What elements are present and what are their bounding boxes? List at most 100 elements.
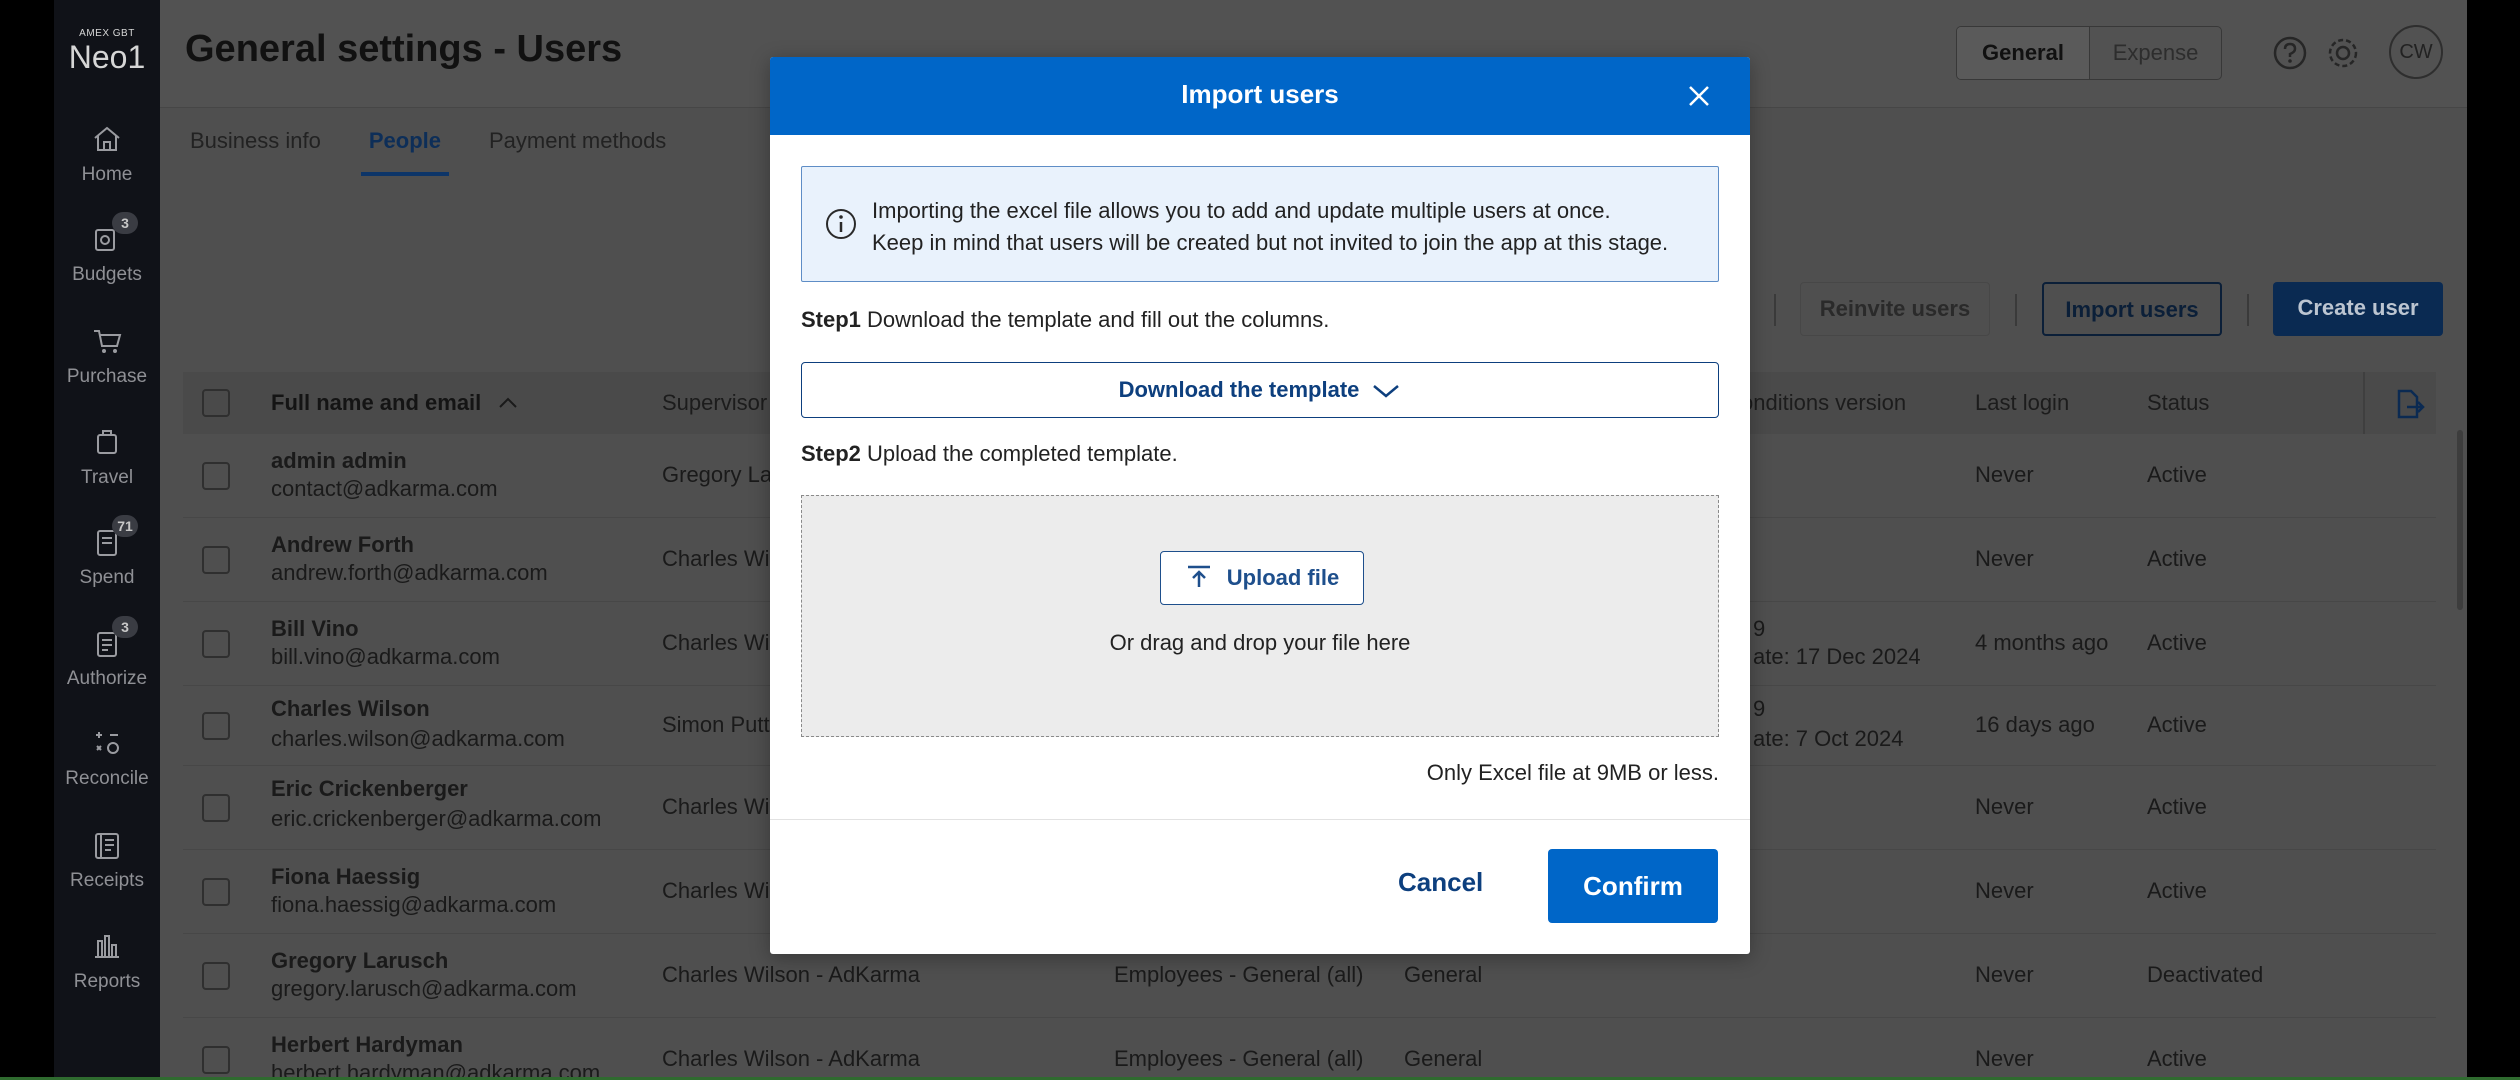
- sidebar-item-reports[interactable]: Reports: [54, 929, 160, 993]
- info-line: Keep in mind that users will be created …: [872, 230, 1669, 255]
- step1-description: Download the template and fill out the c…: [867, 307, 1330, 332]
- step2-label: Step2: [801, 441, 861, 466]
- sidebar-item-label: Travel: [80, 467, 134, 488]
- row-checkbox[interactable]: [202, 546, 230, 574]
- supervisor-cell: Charles Wil: [662, 546, 775, 571]
- budgets-icon: 3: [90, 212, 138, 256]
- status-cell: Active: [2147, 878, 2207, 903]
- download-template-label: Download the template: [1118, 377, 1360, 402]
- dialog-title: Import users: [1181, 79, 1339, 109]
- sidebar-item-label: Budgets: [72, 264, 142, 285]
- tab-people[interactable]: People: [360, 128, 465, 176]
- info-icon: [824, 207, 858, 241]
- user-email: charles.wilson@adkarma.com: [271, 726, 565, 751]
- select-all-checkbox[interactable]: [202, 389, 230, 417]
- row-checkbox[interactable]: [202, 630, 230, 658]
- sidebar-item-authorize[interactable]: 3 Authorize: [54, 616, 160, 690]
- chevron-down-icon: [1373, 385, 1400, 398]
- info-line: Importing the excel file allows you to a…: [872, 198, 1611, 223]
- general-toggle[interactable]: General: [1957, 27, 2089, 79]
- status-column-header[interactable]: Status: [2147, 390, 2209, 416]
- help-icon[interactable]: [2271, 34, 2309, 72]
- user-name: Andrew Forth: [271, 532, 414, 557]
- terms-date-cell: ate: 17 Dec 2024: [1753, 644, 1921, 669]
- sidebar-item-spend[interactable]: 71 Spend: [54, 515, 160, 589]
- sidebar-item-reconcile[interactable]: Reconcile: [54, 726, 160, 790]
- user-email: contact@adkarma.com: [271, 476, 498, 501]
- sidebar-item-label: Receipts: [70, 870, 144, 891]
- gear-icon[interactable]: [2324, 34, 2362, 72]
- supervisor-column-header[interactable]: Supervisor: [662, 390, 767, 416]
- close-icon[interactable]: [1684, 81, 1714, 111]
- export-icon[interactable]: [2395, 388, 2425, 426]
- sidebar-item-purchase[interactable]: Purchase: [54, 324, 160, 388]
- supervisor-cell: Charles Wilson - AdKarma: [662, 1046, 920, 1071]
- terms-column-header[interactable]: onditions version: [1741, 390, 1906, 416]
- budgets-badge: 3: [112, 212, 138, 234]
- user-email: bill.vino@adkarma.com: [271, 644, 500, 669]
- step1-text: Step1 Download the template and fill out…: [801, 307, 1329, 333]
- sidebar-item-home[interactable]: Home: [54, 122, 160, 186]
- row-checkbox[interactable]: [202, 462, 230, 490]
- supervisor-cell: Charles Wilson - AdKarma: [662, 962, 920, 987]
- status-cell: Active: [2147, 462, 2207, 487]
- user-name: Herbert Hardyman: [271, 1032, 463, 1057]
- home-icon: [90, 122, 124, 156]
- name-column-header[interactable]: Full name and email: [271, 390, 519, 416]
- tab-business-info[interactable]: Business info: [190, 128, 345, 172]
- confirm-button[interactable]: Confirm: [1548, 849, 1718, 923]
- import-users-button[interactable]: Import users: [2042, 282, 2222, 336]
- tabs: Business info People Payment methods: [190, 128, 714, 176]
- divider: [2247, 294, 2249, 326]
- clipboard-icon: 3: [90, 616, 138, 660]
- cancel-button[interactable]: Cancel: [1398, 867, 1483, 898]
- expense-toggle[interactable]: Expense: [2089, 27, 2221, 79]
- info-banner: Importing the excel file allows you to a…: [801, 166, 1719, 282]
- scrollbar-thumb[interactable]: [2457, 430, 2463, 610]
- last-login-column-header[interactable]: Last login: [1975, 390, 2069, 416]
- row-checkbox[interactable]: [202, 962, 230, 990]
- divider: [2015, 294, 2017, 326]
- brand-logo[interactable]: AMEX GBT Neo1: [54, 28, 160, 74]
- info-text: Importing the excel file allows you to a…: [872, 195, 1668, 259]
- status-cell: Active: [2147, 712, 2207, 737]
- dialog-header: Import users: [770, 57, 1750, 135]
- row-checkbox[interactable]: [202, 794, 230, 822]
- left-edge: [0, 0, 54, 1080]
- row-checkbox[interactable]: [202, 712, 230, 740]
- upload-file-button[interactable]: Upload file: [1160, 551, 1364, 605]
- row-checkbox[interactable]: [202, 878, 230, 906]
- sidebar: AMEX GBT Neo1 Home 3 Budgets Purchase Tr…: [54, 0, 160, 1080]
- sidebar-item-travel[interactable]: Travel: [54, 425, 160, 489]
- cart-icon: [90, 324, 124, 358]
- group-cell: Employees - General (all): [1114, 962, 1364, 987]
- sidebar-item-label: Home: [81, 164, 133, 185]
- last-login-cell: Never: [1975, 1046, 2034, 1071]
- column-label: Full name and email: [271, 390, 482, 415]
- sidebar-item-receipts[interactable]: Receipts: [54, 828, 160, 892]
- receipts-icon: [90, 828, 124, 862]
- user-email: fiona.haessig@adkarma.com: [271, 892, 557, 917]
- upload-icon: [1187, 565, 1210, 587]
- calculator-icon: [90, 726, 124, 760]
- mode-switch: General Expense: [1956, 26, 2222, 80]
- receipt-icon: 71: [90, 515, 138, 559]
- avatar[interactable]: CW: [2389, 25, 2443, 79]
- supervisor-cell: Simon Putt: [662, 712, 770, 737]
- user-name: Bill Vino: [271, 616, 359, 641]
- create-user-button[interactable]: Create user: [2273, 282, 2443, 336]
- last-login-cell: Never: [1975, 794, 2034, 819]
- last-login-cell: 4 months ago: [1975, 630, 2109, 655]
- user-name: Gregory Larusch: [271, 948, 449, 973]
- table-row[interactable]: Herbert Hardyman herbert.hardyman@adkarm…: [183, 1018, 2436, 1080]
- file-dropzone[interactable]: Upload file Or drag and drop your file h…: [801, 495, 1719, 737]
- user-email: gregory.larusch@adkarma.com: [271, 976, 577, 1001]
- user-email: eric.crickenberger@adkarma.com: [271, 806, 602, 831]
- sidebar-item-budgets[interactable]: 3 Budgets: [54, 212, 160, 286]
- reinvite-users-button[interactable]: Reinvite users: [1800, 282, 1990, 336]
- suitcase-icon: [90, 425, 124, 459]
- row-checkbox[interactable]: [202, 1046, 230, 1074]
- sidebar-item-label: Reports: [73, 971, 141, 992]
- download-template-button[interactable]: Download the template: [801, 362, 1719, 418]
- tab-payment-methods[interactable]: Payment methods: [489, 128, 690, 172]
